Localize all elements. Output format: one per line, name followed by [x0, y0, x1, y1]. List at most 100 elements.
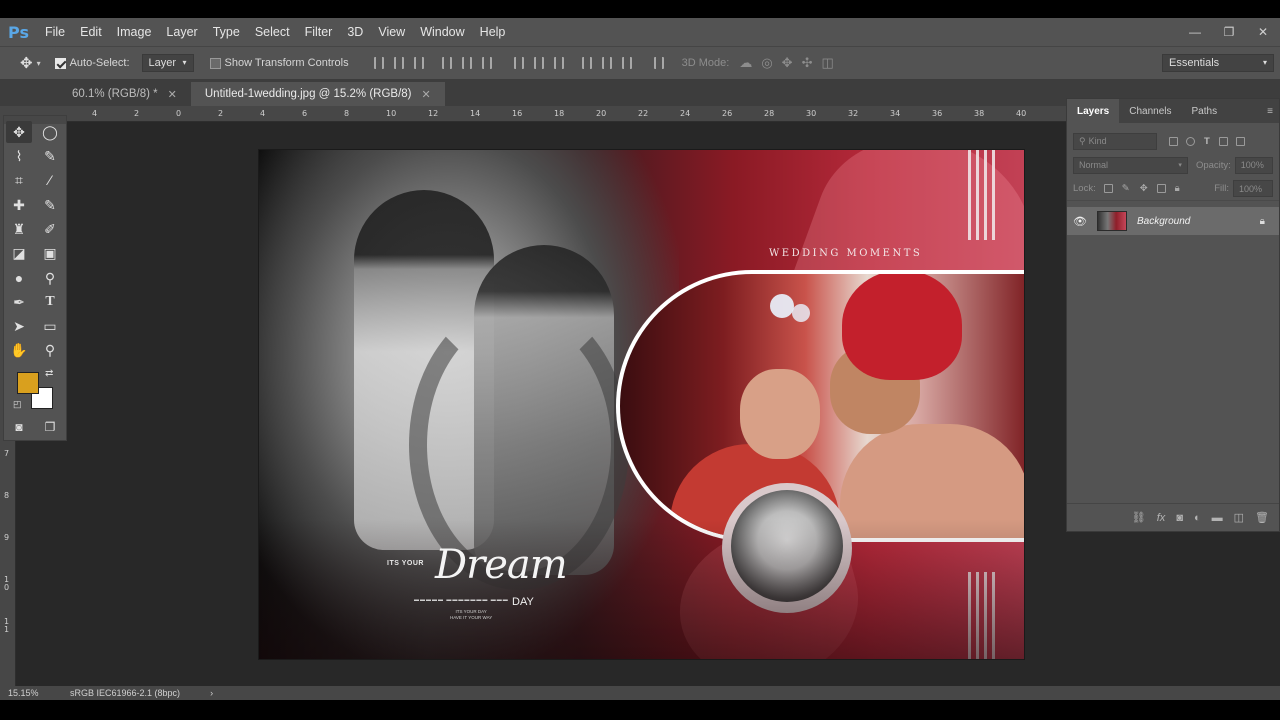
tab-channels[interactable]: Channels — [1119, 99, 1181, 123]
move-tool-preset-icon[interactable]: ✥ — [20, 54, 33, 72]
menu-select[interactable]: Select — [255, 25, 290, 39]
workspace-dropdown[interactable]: Essentials ▾ — [1162, 54, 1274, 72]
menu-edit[interactable]: Edit — [80, 25, 102, 39]
quick-mask-icon[interactable]: ◙ — [6, 416, 32, 438]
3d-slide-icon[interactable]: ✣ — [802, 55, 813, 71]
distribute-hcenter-icon[interactable] — [601, 57, 612, 69]
move-tool-icon[interactable]: ✥ — [6, 121, 32, 143]
menu-help[interactable]: Help — [480, 25, 506, 39]
filter-kind-dropdown[interactable]: ⚲ Kind — [1073, 132, 1157, 150]
3d-scale-icon[interactable]: ◫ — [821, 55, 833, 71]
document-canvas[interactable]: WEDDING MOMENTS ITS YOUR Dream DAY ▬▬▬▬▬… — [258, 149, 1025, 660]
menu-3d[interactable]: 3D — [347, 25, 363, 39]
hand-tool-icon[interactable]: ✋ — [6, 339, 32, 361]
restore-button[interactable]: ❐ — [1212, 25, 1246, 39]
tab-layers[interactable]: Layers — [1067, 99, 1120, 123]
minimize-button[interactable]: — — [1178, 25, 1212, 39]
lock-position-icon[interactable]: ✥ — [1140, 183, 1148, 194]
subtitle-small: ITS YOUR DAY HAVE IT YOUR WAY — [450, 609, 492, 621]
menu-view[interactable]: View — [378, 25, 405, 39]
align-right-icon[interactable] — [481, 57, 492, 69]
document-tab-active[interactable]: Untitled-1wedding.jpg @ 15.2% (RGB/8) ✕ — [190, 82, 445, 106]
menu-file[interactable]: File — [45, 25, 65, 39]
dodge-tool-icon[interactable]: ⚲ — [37, 267, 63, 289]
distribute-right-icon[interactable] — [621, 57, 632, 69]
lock-artboard-icon[interactable] — [1156, 184, 1166, 193]
auto-align-icon[interactable] — [653, 57, 664, 69]
layer-row-background[interactable]: 👁︎ Background 🔒︎ — [1067, 207, 1279, 235]
chevron-down-icon[interactable]: ▾ — [37, 59, 41, 68]
new-layer-icon[interactable]: ◫ — [1234, 511, 1244, 524]
fill-field[interactable]: 100% — [1233, 180, 1273, 197]
status-menu-arrow-icon[interactable]: › — [210, 688, 213, 698]
lock-transparent-icon[interactable] — [1103, 184, 1113, 193]
align-left-icon[interactable] — [441, 57, 452, 69]
eraser-tool-icon[interactable]: ◪ — [6, 242, 32, 264]
menu-window[interactable]: Window — [420, 25, 464, 39]
3d-roll-icon[interactable]: ◎ — [761, 55, 772, 71]
close-tab-icon[interactable]: ✕ — [422, 88, 431, 101]
zoom-tool-icon[interactable]: ⚲ — [37, 339, 63, 361]
filter-smartobject-icon[interactable] — [1235, 136, 1245, 146]
screen-mode-icon[interactable]: ❐ — [37, 416, 63, 438]
horizontal-ruler[interactable]: 4 2 0 2 4 6 8 10 12 14 16 18 20 22 24 26 28 30 32 34 36 38 40 — [16, 106, 1066, 122]
align-top-icon[interactable] — [373, 57, 384, 69]
align-hcenter-icon[interactable] — [461, 57, 472, 69]
close-tab-icon[interactable]: ✕ — [168, 88, 177, 101]
filter-shape-icon[interactable] — [1218, 136, 1228, 146]
layer-name[interactable]: Background — [1137, 216, 1260, 227]
align-vcenter-icon[interactable] — [393, 57, 404, 69]
pen-tool-icon[interactable]: ✒ — [6, 291, 32, 313]
history-brush-icon[interactable]: ✐ — [37, 218, 63, 240]
menu-type[interactable]: Type — [213, 25, 240, 39]
crop-tool-icon[interactable]: ⌗ — [6, 169, 32, 191]
lock-all-icon[interactable]: 🔒︎ — [1175, 183, 1180, 194]
menu-image[interactable]: Image — [117, 25, 152, 39]
rectangle-tool-icon[interactable]: ▭ — [37, 315, 63, 337]
distribute-left-icon[interactable] — [581, 57, 592, 69]
distribute-vcenter-icon[interactable] — [533, 57, 544, 69]
close-button[interactable]: ✕ — [1246, 25, 1280, 39]
default-colors-icon[interactable]: ◰ — [13, 399, 22, 410]
blur-tool-icon[interactable]: ● — [6, 267, 32, 289]
type-tool-icon[interactable]: T — [37, 291, 63, 313]
eye-visibility-icon[interactable]: 👁︎ — [1073, 215, 1087, 228]
clone-stamp-icon[interactable]: ♜ — [6, 218, 32, 240]
swap-colors-icon[interactable]: ⇄ — [45, 368, 53, 379]
align-bottom-icon[interactable] — [413, 57, 424, 69]
menu-layer[interactable]: Layer — [166, 25, 197, 39]
gradient-tool-icon[interactable]: ▣ — [37, 242, 63, 264]
distribute-bottom-icon[interactable] — [553, 57, 564, 69]
filter-pixel-icon[interactable] — [1169, 136, 1178, 146]
document-tab[interactable]: 60.1% (RGB/8) * ✕ — [58, 82, 191, 106]
delete-layer-icon[interactable]: 🗑︎ — [1255, 511, 1269, 524]
brush-tool-icon[interactable]: ✎ — [37, 194, 63, 216]
polygonal-lasso-icon[interactable]: ⌇ — [6, 145, 32, 167]
eyedropper-icon[interactable]: ⁄ — [37, 169, 63, 191]
distribute-top-icon[interactable] — [513, 57, 524, 69]
adjustment-layer-icon[interactable]: ◐ — [1194, 512, 1201, 524]
link-layers-icon[interactable]: ⛓ — [1132, 511, 1146, 524]
auto-select-target-dropdown[interactable]: Layer ▾ — [141, 54, 194, 72]
auto-select-checkbox[interactable] — [54, 57, 66, 69]
filter-type-icon[interactable]: T — [1204, 136, 1210, 147]
spot-healing-icon[interactable]: ✚ — [6, 194, 32, 216]
opacity-field[interactable]: 100% — [1234, 156, 1273, 174]
3d-pan-icon[interactable]: ✥ — [782, 55, 793, 71]
show-transform-checkbox[interactable] — [209, 57, 221, 69]
new-group-icon[interactable]: ▬ — [1212, 512, 1223, 524]
lock-pixels-icon[interactable]: ✎ — [1122, 183, 1130, 194]
menu-filter[interactable]: Filter — [305, 25, 333, 39]
zoom-level[interactable]: 15.15% — [8, 688, 68, 698]
tab-paths[interactable]: Paths — [1182, 99, 1228, 123]
layer-style-fx-icon[interactable]: fx — [1157, 512, 1166, 524]
3d-rotate-icon[interactable]: ☁ — [739, 55, 752, 71]
elliptical-marquee-icon[interactable]: ◯ — [37, 121, 63, 143]
foreground-color-swatch[interactable] — [17, 372, 39, 394]
panel-menu-icon[interactable]: ≡ — [1267, 106, 1273, 117]
quick-selection-icon[interactable]: ✎ — [37, 145, 63, 167]
add-mask-icon[interactable]: ◙ — [1176, 512, 1183, 524]
filter-adjustment-icon[interactable] — [1186, 136, 1195, 146]
path-selection-icon[interactable]: ➤ — [6, 315, 32, 337]
blend-mode-dropdown[interactable]: Normal ▾ — [1073, 156, 1188, 174]
